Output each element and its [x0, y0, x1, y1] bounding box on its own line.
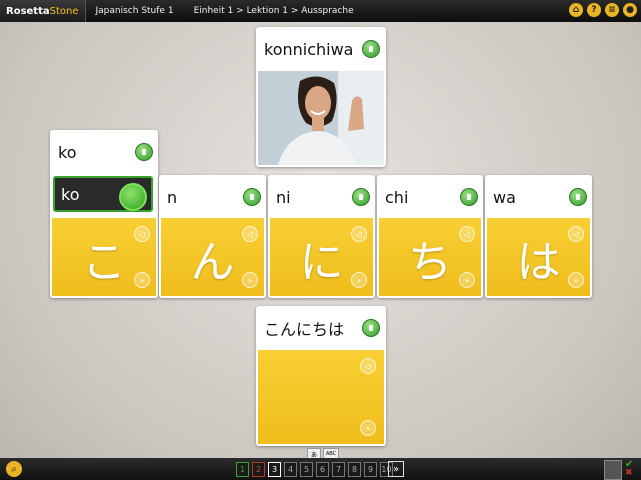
- speaker-icon[interactable]: [352, 188, 370, 206]
- kana-panel[interactable]: ん ◁ »: [161, 218, 264, 296]
- speaker-icon[interactable]: [362, 319, 380, 337]
- user-icon[interactable]: ●: [623, 3, 637, 17]
- forward-icon[interactable]: »: [134, 272, 150, 288]
- kana-panel[interactable]: に ◁ »: [270, 218, 373, 296]
- mic-icon[interactable]: [604, 460, 622, 480]
- help-icon[interactable]: ?: [587, 3, 601, 17]
- page-5[interactable]: 5: [300, 462, 313, 477]
- forward-icon[interactable]: »: [459, 272, 475, 288]
- logo-accent-text: Stone: [49, 5, 79, 17]
- play-icon[interactable]: ◁: [242, 226, 258, 242]
- page-7[interactable]: 7: [332, 462, 345, 477]
- play-icon[interactable]: ◁: [360, 358, 376, 374]
- cross-icon[interactable]: ✖: [625, 468, 633, 478]
- kana-panel[interactable]: こ ◁ »: [52, 218, 156, 296]
- page-3[interactable]: 3: [268, 462, 281, 477]
- course-title: Japanisch Stufe 1: [95, 6, 174, 16]
- bottom-bar: ⌕ 1 2 3 4 5 6 7 8 9 10 » ✔ ✖: [0, 458, 641, 480]
- syllable-card-ko[interactable]: ko ko こ ◁ »: [50, 130, 158, 298]
- play-icon[interactable]: ◁: [459, 226, 475, 242]
- kana-panel[interactable]: は ◁ »: [487, 218, 590, 296]
- word-kana-panel[interactable]: ◁ »: [258, 350, 384, 444]
- menu-icon[interactable]: ≡: [605, 3, 619, 17]
- top-bar: Rosetta Stone Japanisch Stufe 1 Einheit 1…: [0, 0, 641, 22]
- woman-waving-photo: [258, 71, 384, 165]
- syllable-card-wa[interactable]: wa は ◁ »: [485, 175, 592, 298]
- rosetta-stone-logo: Rosetta Stone: [0, 0, 86, 22]
- record-voice-icon[interactable]: [119, 183, 147, 211]
- play-icon[interactable]: ◁: [568, 226, 584, 242]
- forward-icon[interactable]: »: [360, 420, 376, 436]
- page-4[interactable]: 4: [284, 462, 297, 477]
- speaker-icon[interactable]: [362, 40, 380, 58]
- syllable-card-ni[interactable]: ni に ◁ »: [268, 175, 375, 298]
- picture-card[interactable]: konnichiwa: [256, 27, 386, 167]
- speaker-icon[interactable]: [460, 188, 478, 206]
- selected-syllable-text: ko: [61, 184, 80, 204]
- word-card[interactable]: こんにちは ◁ »: [256, 306, 386, 446]
- page-2[interactable]: 2: [252, 462, 265, 477]
- speaker-icon[interactable]: [243, 188, 261, 206]
- breadcrumb[interactable]: Einheit 1 > Lektion 1 > Aussprache: [184, 6, 364, 16]
- search-icon[interactable]: ⌕: [6, 461, 22, 477]
- screen-pager: 1 2 3 4 5 6 7 8 9 10: [236, 462, 393, 477]
- forward-icon[interactable]: »: [351, 272, 367, 288]
- next-button[interactable]: »: [388, 461, 404, 477]
- speaker-icon[interactable]: [569, 188, 587, 206]
- page-9[interactable]: 9: [364, 462, 377, 477]
- logo-text: Rosetta: [6, 5, 50, 17]
- forward-icon[interactable]: »: [242, 272, 258, 288]
- page-6[interactable]: 6: [316, 462, 329, 477]
- syllable-card-n[interactable]: n ん ◁ »: [159, 175, 266, 298]
- selected-syllable-label[interactable]: ko: [53, 176, 153, 212]
- page-8[interactable]: 8: [348, 462, 361, 477]
- play-icon[interactable]: ◁: [351, 226, 367, 242]
- play-icon[interactable]: ◁: [134, 226, 150, 242]
- forward-icon[interactable]: »: [568, 272, 584, 288]
- syllable-card-chi[interactable]: chi ち ◁ »: [377, 175, 483, 298]
- kana-panel[interactable]: ち ◁ »: [379, 218, 481, 296]
- home-icon[interactable]: ⌂: [569, 3, 583, 17]
- speaker-icon[interactable]: [135, 143, 153, 161]
- page-1[interactable]: 1: [236, 462, 249, 477]
